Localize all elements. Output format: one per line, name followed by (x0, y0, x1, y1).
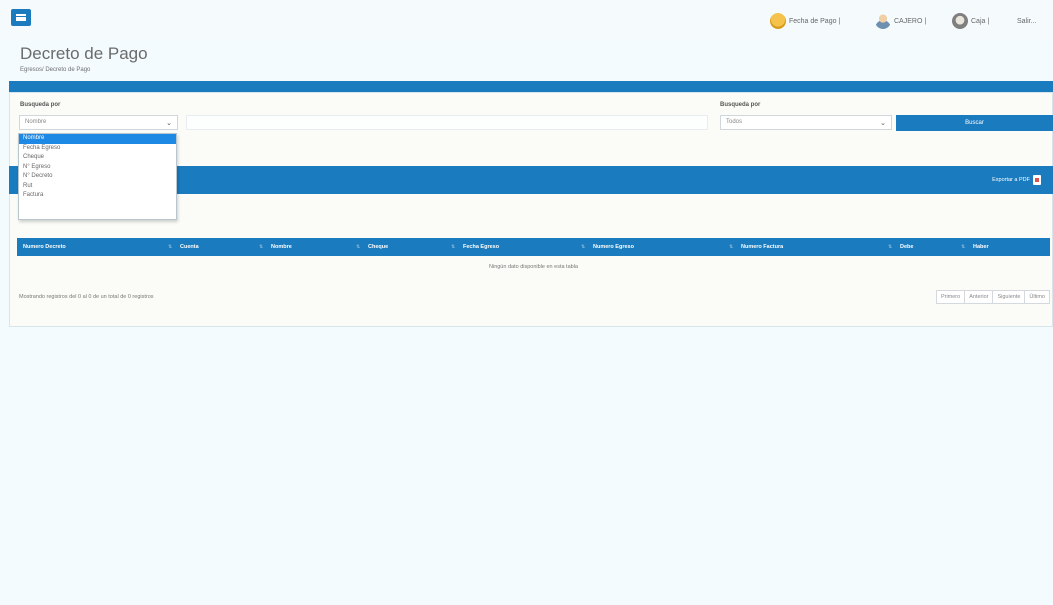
pdf-icon (1033, 175, 1041, 185)
calendar-icon (770, 13, 786, 29)
option-num-decreto[interactable]: N° Decreto (19, 172, 176, 182)
sort-icon: ⇅ (581, 244, 586, 250)
col-cheque-label: Cheque (368, 244, 389, 250)
search-by-label: Busqueda por (20, 102, 61, 108)
pagination-next[interactable]: Siguiente (992, 290, 1026, 304)
sort-icon: ⇅ (961, 244, 966, 250)
col-nombre-label: Nombre (271, 244, 292, 250)
col-debe-label: Debe (900, 244, 914, 250)
sort-icon: ⇅ (451, 244, 456, 250)
table-empty-message: Ningún dato disponible en esta tabla (489, 264, 578, 270)
col-fecha-egreso[interactable]: ⇅ Fecha Egreso (451, 238, 500, 256)
table-info: Mostrando registros del 0 al 0 de un tot… (19, 294, 154, 300)
cashier-item[interactable]: CAJERO | (875, 11, 926, 31)
header-strip (9, 81, 1053, 92)
col-nombre[interactable]: ⇅ Nombre (259, 238, 292, 256)
chevron-down-icon: ⌄ (166, 120, 172, 127)
menu-toggle-button[interactable] (11, 9, 31, 26)
logout-label: Salir... (1017, 17, 1037, 25)
menu-icon (16, 14, 26, 21)
search-by-dropdown: Nombre Fecha Egreso Cheque N° Egreso N° … (18, 133, 177, 220)
col-cuenta-label: Cuenta (180, 244, 199, 250)
pagination-last[interactable]: Último (1024, 290, 1050, 304)
option-cheque[interactable]: Cheque (19, 153, 176, 163)
option-nombre[interactable]: Nombre (19, 134, 176, 144)
sort-icon: ⇅ (888, 244, 893, 250)
pagination-first[interactable]: Primero (935, 290, 966, 304)
sort-icon: ⇅ (356, 244, 361, 250)
cash-box-label: Caja | (971, 17, 990, 25)
col-numero-decreto[interactable]: Numero Decreto (23, 238, 66, 256)
status-select[interactable]: Todos ⌄ (720, 115, 892, 130)
export-pdf-button[interactable]: Exportar a PDF (992, 175, 1041, 185)
pagination-previous[interactable]: Anterior (964, 290, 994, 304)
option-factura[interactable]: Factura (19, 191, 176, 201)
sort-icon: ⇅ (259, 244, 264, 250)
col-haber[interactable]: ⇅ Haber (961, 238, 989, 256)
table-header: Numero Decreto ⇅ Cuenta ⇅ Nombre ⇅ Cheque ⇅… (17, 238, 1050, 256)
option-rut[interactable]: Rut (19, 182, 176, 192)
top-bar: Fecha de Pago | CAJERO | Caja | Salir... (0, 0, 1053, 40)
col-cheque[interactable]: ⇅ Cheque (356, 238, 389, 256)
option-num-egreso[interactable]: N° Egreso (19, 163, 176, 173)
user-icon (875, 13, 891, 29)
option-fecha-egreso[interactable]: Fecha Egreso (19, 144, 176, 154)
col-debe[interactable]: ⇅ Debe (888, 238, 914, 256)
sort-icon: ⇅ (729, 244, 734, 250)
col-numero-factura[interactable]: ⇅ Numero Factura (729, 238, 784, 256)
col-haber-label: Haber (973, 244, 989, 250)
chevron-down-icon: ⌄ (880, 120, 886, 127)
search-button[interactable]: Buscar (896, 115, 1053, 131)
search-by-value: Nombre (25, 119, 47, 125)
cash-box-item[interactable]: Caja | (952, 11, 989, 31)
col-numero-factura-label: Numero Factura (741, 244, 784, 250)
cashier-label: CAJERO | (894, 17, 927, 25)
payment-date-label: Fecha de Pago | (789, 17, 841, 25)
col-numero-egreso-label: Numero Egreso (593, 244, 634, 250)
sort-icon: ⇅ (168, 244, 173, 250)
col-fecha-egreso-label: Fecha Egreso (463, 244, 500, 250)
pagination: Primero Anterior Siguiente Último (935, 290, 1050, 304)
logout-link[interactable]: Salir... (1017, 11, 1036, 31)
search-input[interactable] (186, 115, 708, 130)
export-pdf-label: Exportar a PDF (992, 177, 1030, 183)
status-value: Todos (726, 119, 743, 125)
search-by-select[interactable]: Nombre ⌄ (19, 115, 178, 130)
page-title: Decreto de Pago (20, 44, 148, 63)
col-cuenta[interactable]: ⇅ Cuenta (168, 238, 199, 256)
search-by-label-2: Busqueda por (720, 102, 761, 108)
cashier-icon (952, 13, 968, 29)
breadcrumb: Egresos/ Decreto de Pago (20, 67, 91, 73)
col-numero-egreso[interactable]: ⇅ Numero Egreso (581, 238, 634, 256)
payment-date-item[interactable]: Fecha de Pago | (770, 11, 840, 31)
